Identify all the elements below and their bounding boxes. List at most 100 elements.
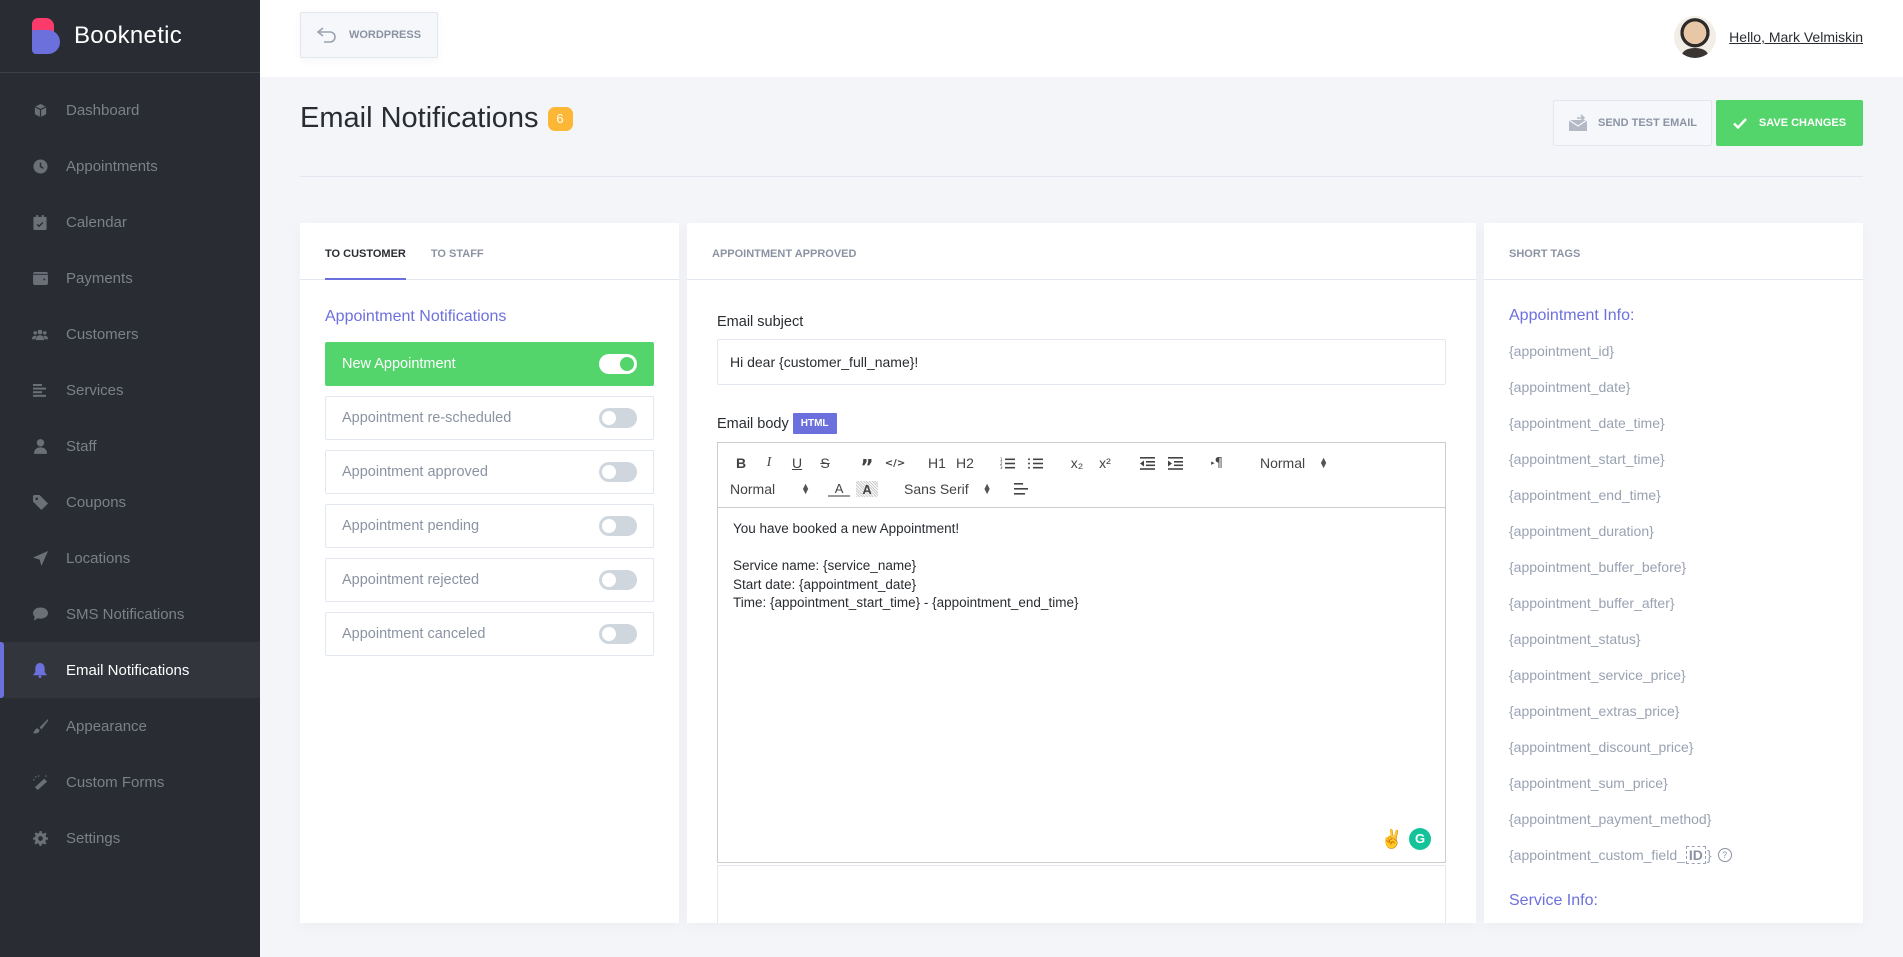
notification-item-canceled[interactable]: Appointment canceled bbox=[325, 612, 654, 656]
short-tag[interactable]: {appointment_extras_price} bbox=[1509, 693, 1863, 729]
email-body-label-row: Email body HTML bbox=[717, 413, 1476, 434]
short-tag[interactable]: {appointment_date_time} bbox=[1509, 405, 1863, 441]
superscript-button[interactable]: x² bbox=[1094, 452, 1116, 474]
short-tag[interactable]: {appointment_buffer_after} bbox=[1509, 585, 1863, 621]
notification-item-rescheduled[interactable]: Appointment re-scheduled bbox=[325, 396, 654, 440]
size-select[interactable]: Normal ▲ ▼ bbox=[730, 481, 810, 497]
send-test-email-button[interactable]: SEND TEST EMAIL bbox=[1553, 100, 1712, 146]
bullet-list-button[interactable] bbox=[1024, 452, 1046, 474]
sidebar-item-staff[interactable]: Staff bbox=[0, 418, 260, 474]
short-tag[interactable]: {appointment_buffer_before} bbox=[1509, 549, 1863, 585]
sidebar-item-customers[interactable]: Customers bbox=[0, 306, 260, 362]
italic-button[interactable]: I bbox=[758, 452, 780, 474]
notification-item-rejected[interactable]: Appointment rejected bbox=[325, 558, 654, 602]
short-tag[interactable]: {appointment_status} bbox=[1509, 621, 1863, 657]
short-tag[interactable]: {appointment_id} bbox=[1509, 333, 1863, 369]
sidebar-item-coupons[interactable]: Coupons bbox=[0, 474, 260, 530]
strikethrough-button[interactable]: S bbox=[814, 452, 836, 474]
panel-header: APPOINTMENT APPROVED bbox=[687, 223, 1476, 280]
short-tag[interactable]: {appointment_duration} bbox=[1509, 513, 1863, 549]
notification-toggle[interactable] bbox=[599, 516, 637, 536]
sidebar-item-email-notifications[interactable]: Email Notifications bbox=[0, 642, 260, 698]
editor-footer bbox=[717, 865, 1446, 923]
page-title: Email Notifications bbox=[300, 102, 539, 134]
sidebar-item-label: Customers bbox=[66, 325, 139, 343]
notification-toggle[interactable] bbox=[599, 624, 637, 644]
blockquote-button[interactable]: ” bbox=[856, 452, 878, 479]
notification-toggle[interactable] bbox=[599, 408, 637, 428]
brand[interactable]: Booknetic bbox=[0, 0, 260, 73]
short-tag[interactable]: {appointment_end_time} bbox=[1509, 477, 1863, 513]
email-subject-input[interactable] bbox=[717, 339, 1446, 385]
font-select[interactable]: Sans Serif ▲ ▼ bbox=[904, 481, 992, 497]
heading-1-button[interactable]: H1 bbox=[926, 452, 948, 474]
tab-to-staff[interactable]: TO STAFF bbox=[431, 248, 484, 279]
indent-icon bbox=[1167, 456, 1183, 470]
grammarly-widget[interactable]: ✌ G bbox=[1381, 828, 1431, 850]
wallet-icon bbox=[32, 270, 48, 286]
sidebar-item-custom-forms[interactable]: Custom Forms bbox=[0, 754, 260, 810]
short-tag[interactable]: {appointment_date} bbox=[1509, 369, 1863, 405]
notification-toggle[interactable] bbox=[599, 570, 637, 590]
sidebar-item-sms-notifications[interactable]: SMS Notifications bbox=[0, 586, 260, 642]
sidebar-item-label: Staff bbox=[66, 437, 97, 455]
short-tag[interactable]: {appointment_payment_method} bbox=[1509, 801, 1863, 837]
notification-label: Appointment approved bbox=[342, 464, 488, 480]
sidebar-item-payments[interactable]: Payments bbox=[0, 250, 260, 306]
code-block-button[interactable]: </> bbox=[884, 452, 906, 474]
notification-list-panel: TO CUSTOMER TO STAFF Appointment Notific… bbox=[300, 223, 679, 923]
short-tag-custom-field[interactable]: {appointment_custom_field_ ID} ? bbox=[1509, 837, 1863, 873]
short-tags-panel: SHORT TAGS Appointment Info: {appointmen… bbox=[1484, 223, 1863, 923]
body-line: Service name: {service_name} bbox=[733, 558, 917, 573]
booknetic-logo-icon bbox=[32, 18, 60, 54]
sidebar-item-dashboard[interactable]: Dashboard bbox=[0, 82, 260, 138]
notification-label: Appointment pending bbox=[342, 518, 480, 534]
notification-item-pending[interactable]: Appointment pending bbox=[325, 504, 654, 548]
user-menu[interactable]: Hello, Mark Velmiskin bbox=[1674, 16, 1863, 58]
notification-item-approved[interactable]: Appointment approved bbox=[325, 450, 654, 494]
ordered-list-icon: 123 bbox=[1000, 457, 1015, 470]
short-tag[interactable]: {appointment_service_price} bbox=[1509, 657, 1863, 693]
sidebar-item-label: Services bbox=[66, 381, 124, 399]
outdent-button[interactable] bbox=[1136, 452, 1158, 474]
sidebar-item-appearance[interactable]: Appearance bbox=[0, 698, 260, 754]
sidebar-item-settings[interactable]: Settings bbox=[0, 810, 260, 866]
ordered-list-button[interactable]: 123 bbox=[996, 452, 1018, 474]
back-to-wordpress-label: WORDPRESS bbox=[348, 29, 422, 41]
background-color-button[interactable]: A bbox=[856, 481, 879, 497]
sidebar-item-calendar[interactable]: Calendar bbox=[0, 194, 260, 250]
custom-field-suffix: } bbox=[1706, 847, 1712, 863]
outdent-icon bbox=[1139, 456, 1155, 470]
text-color-button[interactable]: A bbox=[828, 481, 851, 497]
sidebar-item-label: Settings bbox=[66, 829, 121, 847]
underline-button[interactable]: U bbox=[786, 452, 808, 474]
email-body-editor[interactable]: You have booked a new Appointment! Servi… bbox=[718, 508, 1445, 862]
select-arrows-icon: ▲ ▼ bbox=[982, 481, 992, 496]
help-circle-icon[interactable]: ? bbox=[1717, 848, 1732, 862]
sidebar-item-label: Appointments bbox=[66, 157, 158, 175]
svg-text:3: 3 bbox=[1000, 465, 1003, 470]
bold-button[interactable]: B bbox=[730, 452, 752, 474]
header-select[interactable]: Normal ▲ ▼ bbox=[1260, 455, 1328, 471]
sidebar-item-services[interactable]: Services bbox=[0, 362, 260, 418]
sidebar-item-locations[interactable]: Locations bbox=[0, 530, 260, 586]
text-direction-label: ¶ bbox=[1214, 455, 1223, 471]
notification-item-new-appointment[interactable]: New Appointment bbox=[325, 342, 654, 386]
user-greeting-link[interactable]: Hello, Mark Velmiskin bbox=[1729, 29, 1863, 45]
notification-toggle[interactable] bbox=[599, 354, 637, 374]
save-changes-button[interactable]: SAVE CHANGES bbox=[1716, 100, 1863, 146]
heading-2-button[interactable]: H2 bbox=[954, 452, 976, 474]
short-tag[interactable]: {appointment_discount_price} bbox=[1509, 729, 1863, 765]
short-tag[interactable]: {appointment_sum_price} bbox=[1509, 765, 1863, 801]
grammarly-icon[interactable]: G bbox=[1409, 828, 1431, 850]
align-button[interactable] bbox=[1010, 478, 1032, 500]
tab-to-customer[interactable]: TO CUSTOMER bbox=[325, 248, 406, 280]
avatar[interactable] bbox=[1674, 16, 1717, 58]
indent-button[interactable] bbox=[1164, 452, 1186, 474]
short-tag[interactable]: {appointment_start_time} bbox=[1509, 441, 1863, 477]
subscript-button[interactable]: x₂ bbox=[1066, 452, 1088, 474]
text-direction-button[interactable]: ▸ ¶ bbox=[1206, 452, 1228, 474]
notification-toggle[interactable] bbox=[599, 462, 637, 482]
sidebar-item-appointments[interactable]: Appointments bbox=[0, 138, 260, 194]
back-to-wordpress-button[interactable]: WORDPRESS bbox=[300, 12, 438, 58]
